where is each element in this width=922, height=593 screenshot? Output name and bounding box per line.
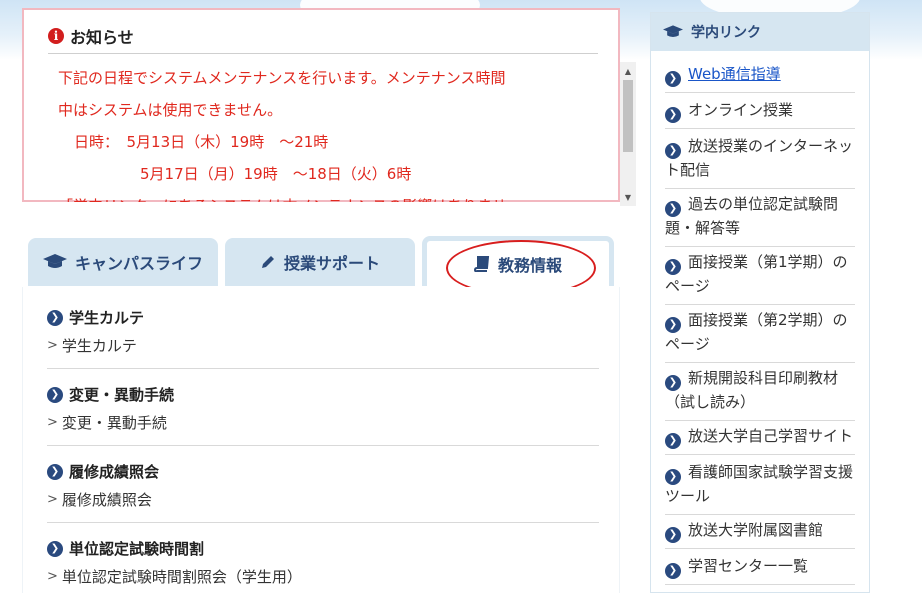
sidebar-header: 学内リンク	[651, 13, 869, 51]
chevron-right-circle-icon: ❯	[47, 309, 63, 326]
sidebar-item-past-exams[interactable]: ❯ 過去の単位認定試験問 題・解答等	[665, 193, 855, 247]
notice-scrollbar[interactable]: ▲ ▼	[620, 62, 636, 206]
tab-campus-life[interactable]: キャンパスライフ	[28, 238, 218, 286]
chevron-right-circle-icon: ❯	[665, 200, 681, 217]
chevron-right-circle-icon: ❯	[665, 316, 681, 333]
tab-class-support[interactable]: 授業サポート	[225, 238, 415, 286]
notice-header: i お知らせ	[48, 18, 598, 54]
section-title: 学生カルテ	[69, 309, 145, 327]
scroll-up-arrow-icon[interactable]: ▲	[620, 64, 636, 78]
chevron-right-circle-icon: ❯	[47, 540, 63, 557]
sidebar-item-learning-centers[interactable]: ❯ 学習センター一覧	[665, 555, 855, 585]
sidebar-item-new-course-materials[interactable]: ❯ 新規開設科目印刷教材 （試し読み）	[665, 367, 855, 421]
sidebar-item-face-to-face-term1[interactable]: ❯ 面接授業（第1学期）の ページ	[665, 251, 855, 305]
notice-line: 日時： 5月13日（木）19時 ～21時	[74, 133, 329, 151]
section-link[interactable]: > 学生カルテ	[47, 335, 137, 356]
tab-panel: ❯ 学生カルテ > 学生カルテ ❯ 変更・異動手続 > 変更・異動手続 ❯ 履修…	[22, 287, 620, 593]
section-title: 履修成績照会	[69, 463, 160, 481]
section-title: 単位認定試験時間割	[69, 540, 205, 558]
sidebar-item-nursing-exam-tool[interactable]: ❯ 看護師国家試験学習支援 ツール	[665, 461, 855, 515]
section-student-record: ❯ 学生カルテ > 学生カルテ	[47, 307, 599, 369]
section-change-procedures: ❯ 変更・異動手続 > 変更・異動手続	[47, 384, 599, 446]
notice-box: i お知らせ 下記の日程でシステムメンテナンスを行います。メンテナンス時間 中は…	[22, 8, 636, 206]
notice-line: 下記の日程でシステムメンテナンスを行います。メンテナンス時間	[58, 69, 506, 87]
notice-line: 「学内リンク」にあるシステムは本メンテナンスの影響はありませ	[58, 190, 602, 202]
chevron-right-icon: >	[47, 492, 58, 507]
section-exam-timetable: ❯ 単位認定試験時間割 > 単位認定試験時間割照会（学生用）	[47, 538, 599, 593]
sidebar-item-face-to-face-term2[interactable]: ❯ 面接授業（第2学期）の ページ	[665, 309, 855, 363]
sidebar-item-broadcast-streaming[interactable]: ❯ 放送授業のインターネッ ト配信	[665, 135, 855, 189]
section-link[interactable]: > 履修成績照会	[47, 489, 152, 510]
scroll-down-arrow-icon[interactable]: ▼	[620, 190, 636, 204]
graduation-cap-icon	[42, 254, 67, 268]
tab-label: キャンパスライフ	[74, 254, 203, 273]
sidebar-item-library[interactable]: ❯ 放送大学附属図書館	[665, 519, 855, 549]
tab-label: 授業サポート	[283, 254, 380, 273]
chevron-right-circle-icon: ❯	[665, 526, 681, 543]
sidebar-title: 学内リンク	[691, 25, 761, 41]
chevron-right-circle-icon: ❯	[665, 70, 681, 87]
section-link[interactable]: > 単位認定試験時間割照会（学生用）	[47, 566, 302, 587]
scroll-thumb[interactable]	[623, 80, 633, 152]
graduation-cap-icon	[663, 25, 683, 37]
pencil-icon	[261, 256, 274, 268]
notice-line: 5月17日（月）19時 ～18日（火）6時	[140, 165, 412, 183]
sidebar-item-self-study-site[interactable]: ❯ 放送大学自己学習サイト	[665, 425, 855, 455]
sidebar-item-online-classes[interactable]: ❯ オンライン授業	[665, 99, 855, 129]
sidebar-campus-links: 学内リンク ❯ Web通信指導 ❯ オンライン授業 ❯ 放送授業のインターネッ ト配信…	[650, 12, 870, 593]
chevron-right-circle-icon: ❯	[665, 142, 681, 159]
chevron-right-circle-icon: ❯	[665, 432, 681, 449]
chevron-right-circle-icon: ❯	[665, 562, 681, 579]
notice-body: 下記の日程でシステムメンテナンスを行います。メンテナンス時間 中はシステムは使用…	[58, 62, 602, 202]
chevron-right-circle-icon: ❯	[665, 468, 681, 485]
chevron-right-icon: >	[47, 338, 58, 353]
chevron-right-circle-icon: ❯	[665, 106, 681, 123]
sidebar-item-web-correspondence[interactable]: ❯ Web通信指導	[665, 63, 855, 93]
chevron-right-icon: >	[47, 569, 58, 584]
section-title: 変更・異動手続	[69, 386, 175, 404]
notice-title: お知らせ	[70, 27, 134, 47]
info-icon: i	[48, 27, 64, 44]
section-link[interactable]: > 変更・異動手続	[47, 412, 167, 433]
notice-line: 中はシステムは使用できません。	[58, 101, 283, 119]
chevron-right-circle-icon: ❯	[47, 386, 63, 403]
chevron-right-circle-icon: ❯	[665, 258, 681, 275]
section-grades: ❯ 履修成績照会 > 履修成績照会	[47, 461, 599, 523]
chevron-right-circle-icon: ❯	[665, 374, 681, 391]
chevron-right-icon: >	[47, 415, 58, 430]
chevron-right-circle-icon: ❯	[47, 463, 63, 480]
